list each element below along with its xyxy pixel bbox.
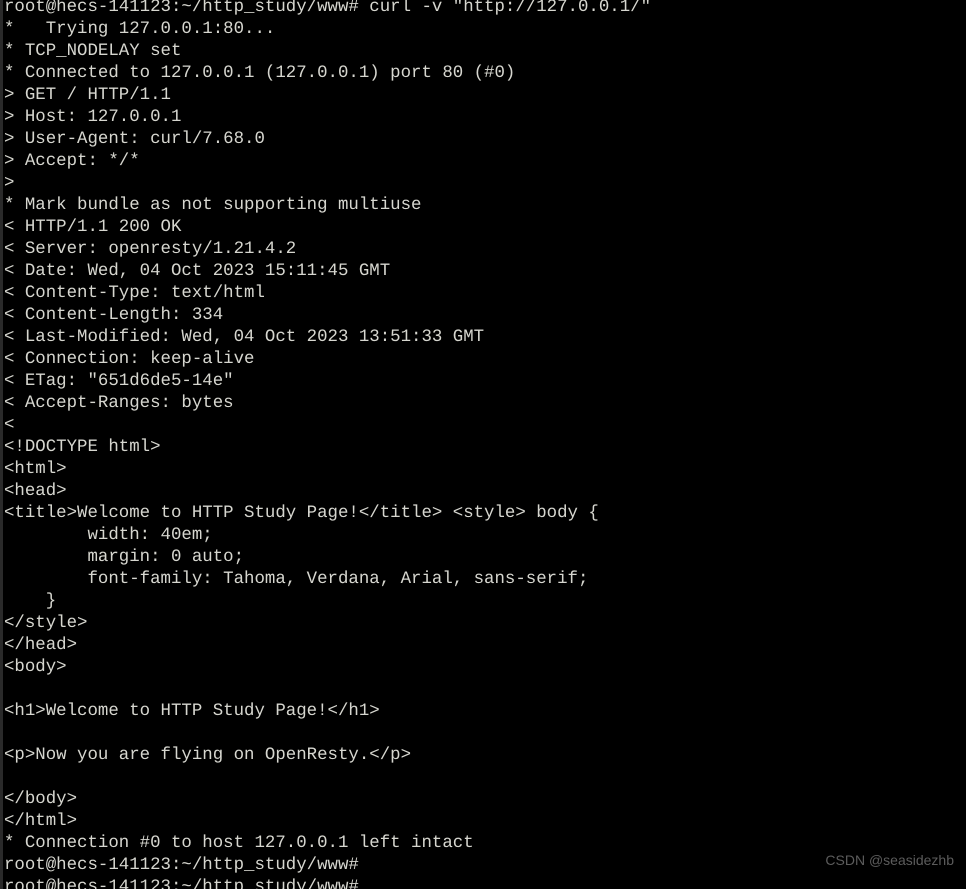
terminal-window[interactable]: root@hecs-141123:~/http_study/www# curl … — [0, 0, 966, 889]
terminal-line: margin: 0 auto; — [4, 548, 245, 567]
terminal-line: > Host: 127.0.0.1 — [4, 108, 182, 127]
terminal-line: } — [4, 592, 57, 611]
terminal-line: <!DOCTYPE html> — [4, 438, 161, 457]
terminal-line: </style> — [4, 614, 88, 633]
terminal-line: root@hecs-141123:~/http_study/www# — [4, 878, 359, 889]
terminal-left-gutter — [0, 0, 3, 889]
terminal-line: width: 40em; — [4, 526, 213, 545]
terminal-line: * Mark bundle as not supporting multiuse — [4, 196, 422, 215]
terminal-line: < Content-Length: 334 — [4, 306, 224, 325]
terminal-line: < HTTP/1.1 200 OK — [4, 218, 182, 237]
terminal-line: root@hecs-141123:~/http_study/www# — [4, 856, 359, 875]
terminal-line: < Date: Wed, 04 Oct 2023 15:11:45 GMT — [4, 262, 391, 281]
terminal-line: </html> — [4, 812, 78, 831]
terminal-line: * Trying 127.0.0.1:80... — [4, 20, 276, 39]
terminal-line: * Connection #0 to host 127.0.0.1 left i… — [4, 834, 474, 853]
terminal-line: <p>Now you are flying on OpenResty.</p> — [4, 746, 412, 765]
terminal-line: < Content-Type: text/html — [4, 284, 265, 303]
terminal-line: > GET / HTTP/1.1 — [4, 86, 171, 105]
terminal-line: <title>Welcome to HTTP Study Page!</titl… — [4, 504, 599, 523]
terminal-line: > — [4, 174, 15, 193]
terminal-line: < ETag: "651d6de5-14e" — [4, 372, 234, 391]
terminal-line: * TCP_NODELAY set — [4, 42, 182, 61]
terminal-line: < Server: openresty/1.21.4.2 — [4, 240, 297, 259]
terminal-line: </head> — [4, 636, 78, 655]
terminal-line: font-family: Tahoma, Verdana, Arial, san… — [4, 570, 589, 589]
terminal-line: < Connection: keep-alive — [4, 350, 255, 369]
terminal-line: root@hecs-141123:~/http_study/www# curl … — [4, 0, 652, 17]
terminal-line: < Accept-Ranges: bytes — [4, 394, 234, 413]
terminal-line: <head> — [4, 482, 67, 501]
terminal-line: <h1>Welcome to HTTP Study Page!</h1> — [4, 702, 380, 721]
terminal-line: > Accept: */* — [4, 152, 140, 171]
terminal-line: < — [4, 416, 15, 435]
terminal-line: <html> — [4, 460, 67, 479]
terminal-line: <body> — [4, 658, 67, 677]
terminal-line: * Connected to 127.0.0.1 (127.0.0.1) por… — [4, 64, 516, 83]
terminal-line: < Last-Modified: Wed, 04 Oct 2023 13:51:… — [4, 328, 485, 347]
terminal-line: > User-Agent: curl/7.68.0 — [4, 130, 265, 149]
terminal-line: </body> — [4, 790, 78, 809]
terminal-scrollback[interactable]: root@hecs-141123:~/http_study/www# curl … — [0, 0, 966, 889]
